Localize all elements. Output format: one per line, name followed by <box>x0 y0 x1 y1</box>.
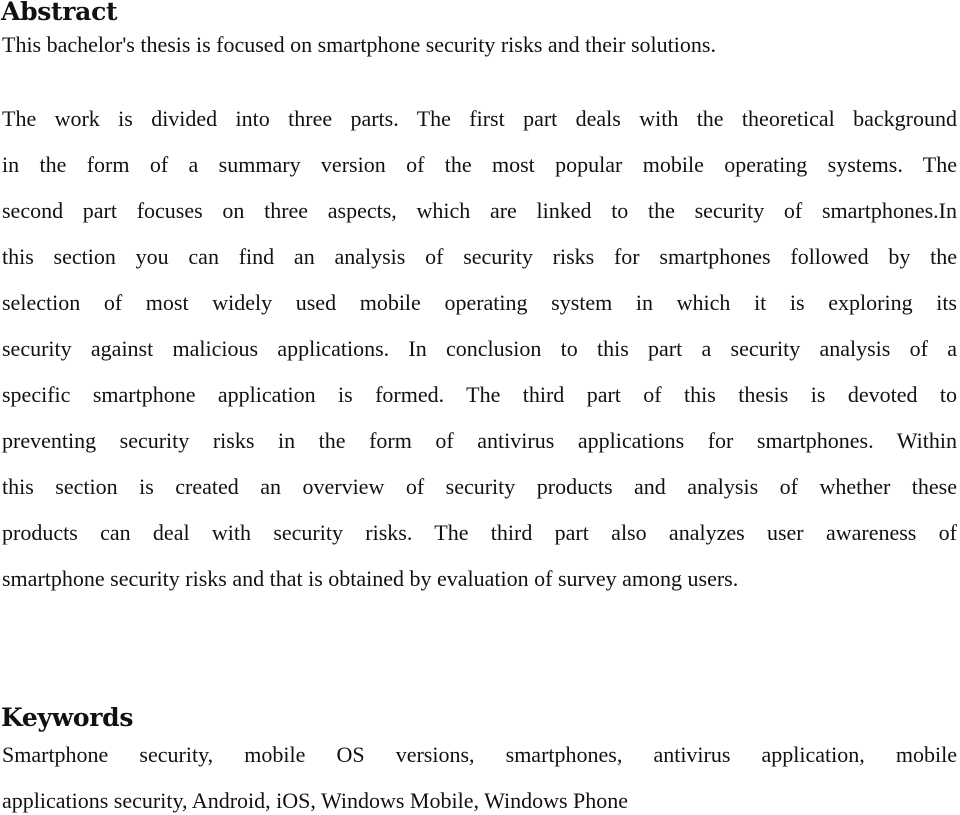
text-line: specific smartphone application is forme… <box>2 382 957 407</box>
text-line: applications security, Android, iOS, Win… <box>2 788 629 813</box>
text-line: second part focuses on three aspects, wh… <box>2 198 957 223</box>
text-line: Smartphone security, mobile OS versions,… <box>2 742 957 767</box>
document-page: Abstract This bachelor's thesis is focus… <box>0 0 960 815</box>
text-line: This bachelor's thesis is focused on sma… <box>2 32 716 57</box>
text-line: selection of most widely used mobile ope… <box>2 290 957 315</box>
text-line: smartphone security risks and that is ob… <box>2 566 739 591</box>
text-line: security against malicious applications.… <box>2 336 957 361</box>
abstract-heading: Abstract <box>1 0 118 26</box>
text-line: this section you can find an analysis of… <box>2 244 957 269</box>
text-line: in the form of a summary version of the … <box>2 152 957 177</box>
text-line: products can deal with security risks. T… <box>2 520 957 545</box>
keywords-heading: Keywords <box>1 703 134 732</box>
text-line: preventing security risks in the form of… <box>2 428 957 453</box>
text-line: The work is divided into three parts. Th… <box>2 106 957 131</box>
text-line: this section is created an overview of s… <box>2 474 957 499</box>
